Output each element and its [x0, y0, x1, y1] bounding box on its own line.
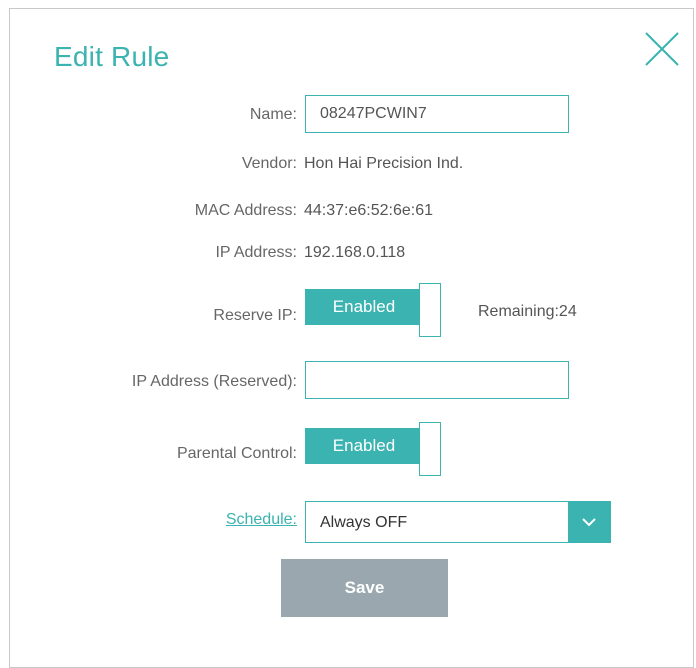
name-input[interactable] — [305, 95, 569, 133]
mac-row: MAC Address: 44:37:e6:52:6e:61 — [10, 202, 693, 242]
chevron-down-icon[interactable] — [568, 502, 610, 542]
name-row: Name: — [10, 95, 693, 135]
edit-rule-dialog: Edit Rule Name: Vendor: Hon Hai Precisio… — [9, 8, 694, 668]
ip-reserved-row: IP Address (Reserved): — [10, 361, 693, 401]
reserve-ip-row: Reserve IP: Enabled Remaining:24 — [10, 283, 693, 343]
ip-row: IP Address: 192.168.0.118 — [10, 244, 693, 284]
remaining-count: Remaining:24 — [478, 303, 577, 320]
save-button[interactable]: Save — [281, 559, 448, 617]
parental-control-toggle-knob — [419, 422, 441, 476]
schedule-select[interactable]: Always OFF — [305, 501, 611, 543]
vendor-label: Vendor: — [241, 155, 297, 172]
reserve-ip-toggle-knob — [419, 283, 441, 337]
name-label: Name: — [249, 106, 297, 123]
close-icon[interactable] — [642, 29, 682, 69]
schedule-link[interactable]: Schedule: — [226, 511, 297, 529]
parental-control-label: Parental Control: — [176, 445, 297, 462]
schedule-selected-value: Always OFF — [320, 514, 408, 531]
parental-control-row: Parental Control: Enabled — [10, 422, 693, 482]
ip-reserved-input[interactable] — [305, 361, 569, 399]
schedule-row: Schedule: Always OFF — [10, 501, 693, 543]
parental-control-toggle[interactable]: Enabled — [305, 422, 445, 476]
dialog-title: Edit Rule — [54, 41, 170, 72]
reserve-ip-toggle[interactable]: Enabled — [305, 283, 445, 337]
parental-control-toggle-label: Enabled — [305, 428, 423, 464]
ip-label: IP Address: — [215, 244, 297, 261]
vendor-row: Vendor: Hon Hai Precision Ind. — [10, 155, 693, 195]
reserve-ip-toggle-label: Enabled — [305, 289, 423, 325]
reserve-ip-label: Reserve IP: — [213, 307, 297, 324]
mac-label: MAC Address: — [194, 202, 297, 219]
mac-value: 44:37:e6:52:6e:61 — [304, 202, 434, 219]
ip-reserved-label: IP Address (Reserved): — [131, 373, 297, 390]
ip-value: 192.168.0.118 — [304, 244, 406, 261]
vendor-value: Hon Hai Precision Ind. — [304, 155, 464, 172]
